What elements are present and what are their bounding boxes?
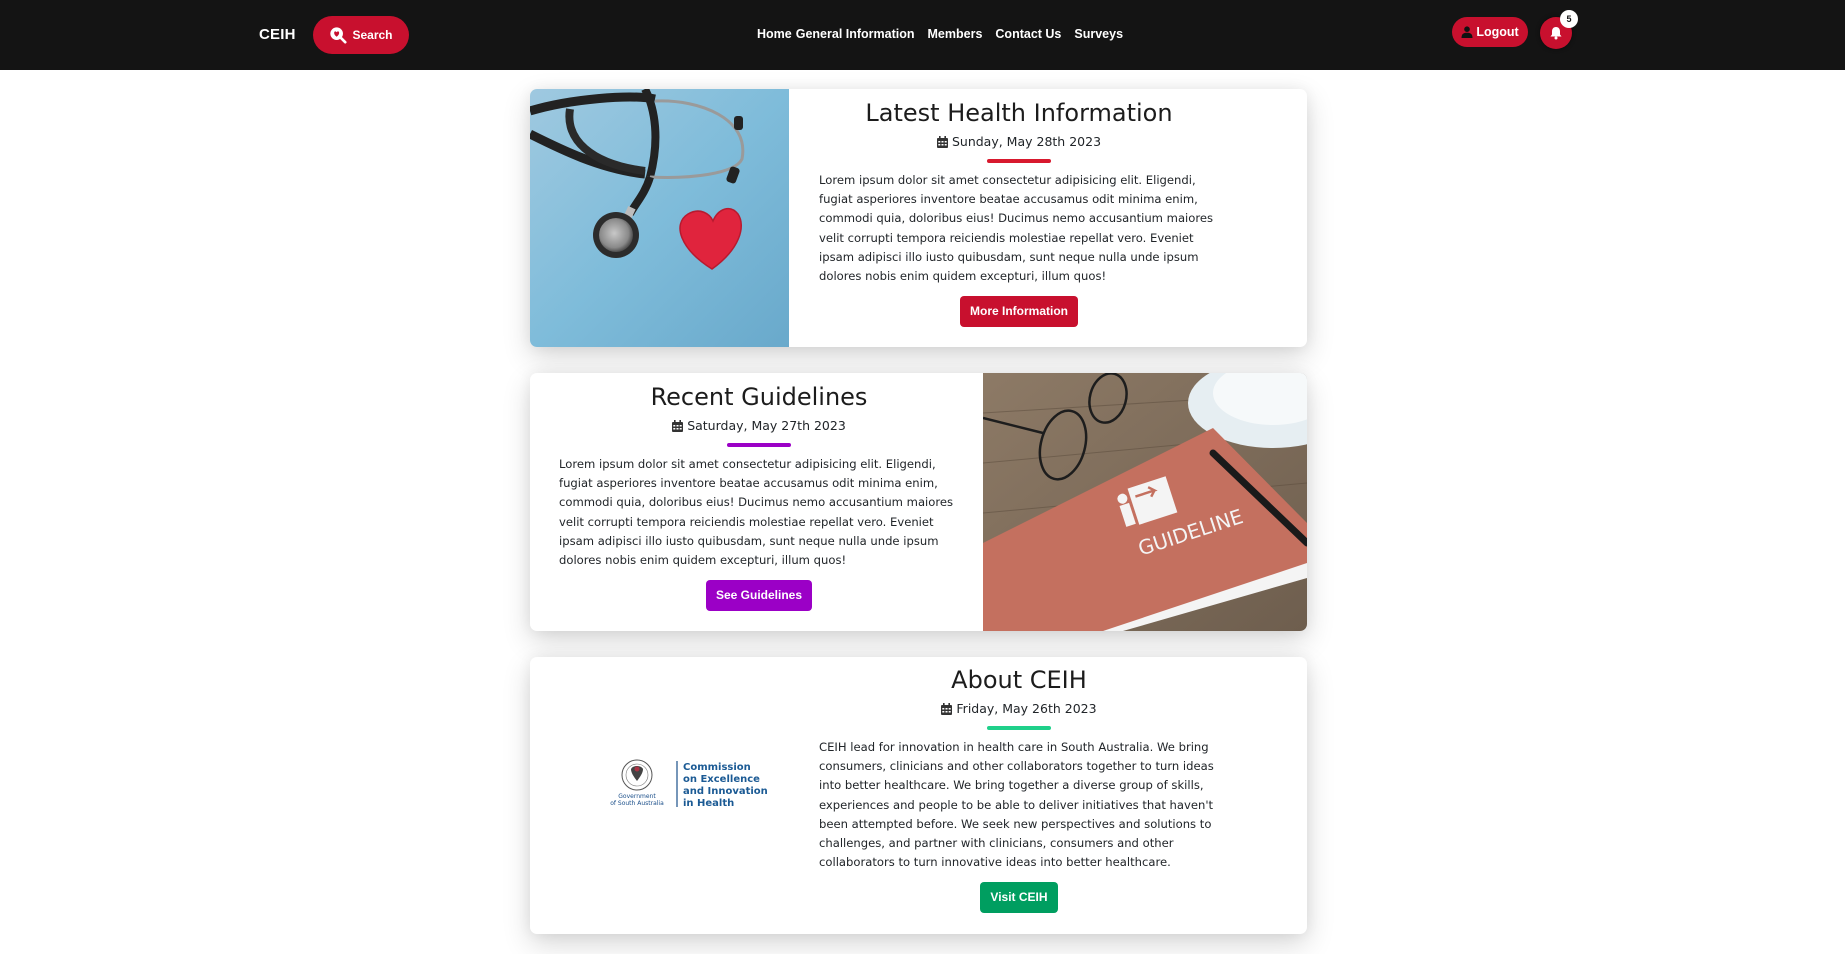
ceih-logo-area: Government of South Australia Commission… [530, 657, 789, 934]
nav-link-general-information[interactable]: General Information [796, 27, 915, 41]
accent-divider [987, 159, 1051, 163]
bell-icon [1550, 27, 1562, 40]
logout-button[interactable]: Logout [1452, 17, 1528, 47]
search-heart-icon [330, 27, 348, 44]
card-title: About CEIH [951, 666, 1087, 694]
card-body-text: Lorem ipsum dolor sit amet consectetur a… [559, 457, 954, 568]
card-date-text: Saturday, May 27th 2023 [687, 418, 846, 433]
calendar-icon [941, 703, 953, 715]
see-guidelines-button[interactable]: See Guidelines [705, 580, 813, 612]
top-navbar: CEIH Search Home General Information Mem… [0, 0, 1845, 70]
visit-ceih-button[interactable]: Visit CEIH [980, 882, 1058, 914]
latest-health-info-card: Latest Health Information Sunday, May 28… [530, 89, 1307, 347]
notification-count-badge: 5 [1560, 10, 1578, 28]
brand-logo[interactable]: CEIH [259, 26, 296, 43]
main-nav: Home General Information Members Contact… [757, 27, 1136, 41]
accent-divider [987, 726, 1051, 730]
latest-health-info-content: Latest Health Information Sunday, May 28… [819, 89, 1219, 347]
card-date: Friday, May 26th 2023 [819, 701, 1219, 717]
logo-line-1: Commission [683, 762, 751, 773]
recent-guidelines-card: Recent Guidelines Saturday, May 27th 202… [530, 373, 1307, 631]
card-date: Sunday, May 28th 2023 [819, 134, 1219, 150]
stethoscope-heart-image [530, 89, 789, 347]
calendar-icon [936, 136, 948, 148]
gov-line1: Government [618, 793, 656, 800]
nav-link-members[interactable]: Members [928, 27, 983, 41]
logo-line-2: on Excellence [683, 774, 760, 785]
about-ceih-content: About CEIH Friday, May 26th 2023 CEIH le… [819, 657, 1219, 934]
search-button[interactable]: Search [313, 16, 409, 54]
calendar-icon [672, 420, 684, 432]
card-body-text: CEIH lead for innovation in health care … [819, 740, 1214, 870]
sa-government-crest-logo: Government of South Australia Commission… [610, 759, 767, 809]
nav-link-contact-us[interactable]: Contact Us [995, 27, 1061, 41]
recent-guidelines-content: Recent Guidelines Saturday, May 27th 202… [559, 373, 959, 631]
about-ceih-card: Government of South Australia Commission… [530, 657, 1307, 934]
nav-link-surveys[interactable]: Surveys [1074, 27, 1123, 41]
card-title: Latest Health Information [865, 99, 1173, 127]
card-title: Recent Guidelines [650, 383, 868, 411]
more-information-button[interactable]: More Information [960, 296, 1078, 328]
accent-divider [727, 443, 791, 447]
logo-line-3: and Innovation [683, 786, 767, 797]
guideline-book-illustration: GUIDELINE [983, 373, 1307, 631]
card-date-text: Friday, May 26th 2023 [956, 701, 1097, 716]
nav-link-home[interactable]: Home [757, 27, 792, 41]
ceih-logo[interactable]: Government of South Australia Commission… [607, 757, 767, 817]
card-body-text: Lorem ipsum dolor sit amet consectetur a… [819, 173, 1214, 284]
stethoscope-heart-illustration [530, 89, 789, 347]
logout-label: Logout [1476, 25, 1519, 39]
gov-line2: of South Australia [610, 800, 664, 807]
card-date-text: Sunday, May 28th 2023 [951, 134, 1102, 149]
logo-line-4: in Health [683, 798, 734, 809]
user-icon [1461, 26, 1473, 38]
search-button-label: Search [352, 28, 393, 42]
guideline-book-image: GUIDELINE [983, 373, 1307, 631]
card-date: Saturday, May 27th 2023 [559, 418, 959, 434]
